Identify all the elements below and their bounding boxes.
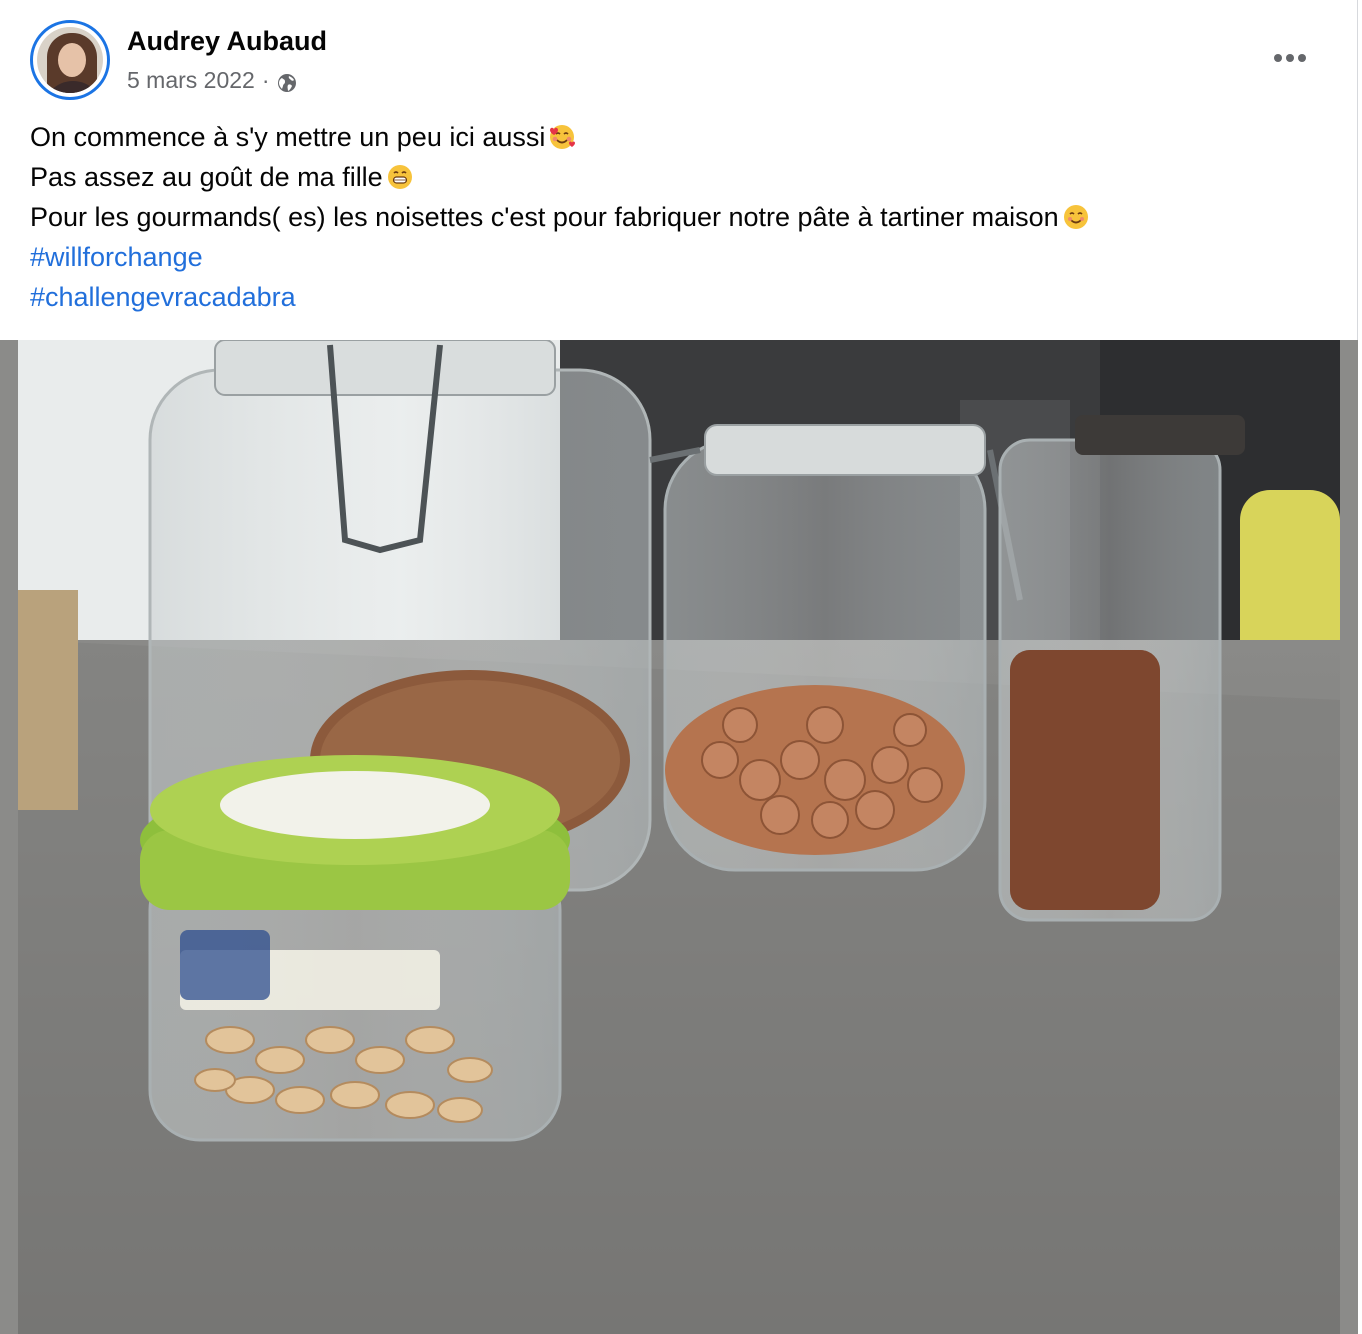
- grinning-face-icon: [387, 165, 412, 189]
- hashtag-link[interactable]: #willforchange: [30, 237, 203, 277]
- hashtag-line: #willforchange: [30, 237, 1330, 277]
- author-name[interactable]: Audrey Aubaud: [127, 26, 327, 57]
- avatar-photo: [37, 27, 103, 93]
- post-line: Pour les gourmands( es) les noisettes c'…: [30, 197, 1330, 237]
- post-date[interactable]: 5 mars 2022: [127, 67, 255, 94]
- post-card: Audrey Aubaud 5 mars 2022 · On commence …: [0, 0, 1358, 1334]
- photo-image: [0, 340, 1358, 1334]
- post-photo[interactable]: [0, 340, 1358, 1334]
- post-line: Pas assez au goût de ma fille: [30, 157, 1330, 197]
- smiling-face-icon: [1063, 205, 1088, 229]
- hashtag-line: #challengevracadabra: [30, 277, 1330, 317]
- meta-separator: ·: [261, 66, 270, 93]
- post-message: On commence à s'y mettre un peu ici auss…: [30, 117, 1330, 317]
- smiling-face-with-hearts-icon: [550, 125, 576, 149]
- hashtag-link[interactable]: #challengevracadabra: [30, 277, 296, 317]
- post-meta: 5 mars 2022 ·: [127, 66, 298, 94]
- post-line: On commence à s'y mettre un peu ici auss…: [30, 117, 1330, 157]
- globe-icon[interactable]: [276, 72, 298, 94]
- author-avatar[interactable]: [30, 20, 110, 100]
- more-options-button[interactable]: [1262, 38, 1318, 78]
- more-horizontal-icon: [1274, 54, 1282, 62]
